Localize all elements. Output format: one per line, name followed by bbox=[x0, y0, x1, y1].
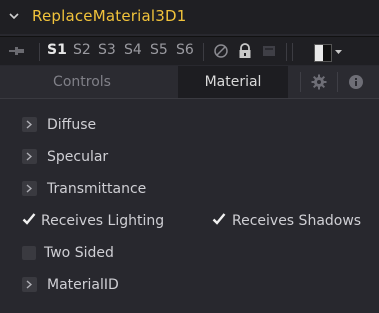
slot-s6-button[interactable]: S6 bbox=[176, 42, 194, 58]
tab-controls[interactable]: Controls bbox=[8, 66, 156, 98]
chevron-down-icon[interactable] bbox=[9, 11, 19, 21]
section-specular[interactable]: Specular bbox=[0, 145, 379, 171]
slot-s3-button[interactable]: S3 bbox=[98, 42, 116, 58]
receives-shadows-checkbox[interactable] bbox=[212, 212, 226, 226]
slot-s2-button[interactable]: S2 bbox=[73, 42, 91, 58]
toolbar-divider bbox=[203, 43, 204, 61]
expand-button[interactable] bbox=[22, 149, 37, 164]
slot-s5-button[interactable]: S5 bbox=[150, 42, 168, 58]
receives-lighting-checkbox[interactable] bbox=[22, 212, 36, 226]
tool-header[interactable]: ReplaceMaterial3D1 bbox=[0, 0, 379, 34]
version-toolbar: S1 S2 S3 S4 S5 S6 bbox=[0, 36, 379, 65]
two-sided-row: Two Sided bbox=[0, 241, 379, 267]
color-swatch[interactable] bbox=[314, 44, 332, 62]
section-label: Diffuse bbox=[47, 117, 97, 133]
two-sided-label[interactable]: Two Sided bbox=[44, 245, 114, 261]
lighting-row: Receives Lighting Receives Shadows bbox=[0, 209, 379, 235]
tab-divider bbox=[300, 72, 301, 92]
toolbar-divider bbox=[39, 43, 40, 61]
receives-shadows-label[interactable]: Receives Shadows bbox=[232, 213, 361, 229]
section-label: Specular bbox=[47, 149, 109, 165]
chevron-right-icon bbox=[26, 120, 32, 129]
toolbar-divider bbox=[286, 43, 287, 61]
slot-s4-button[interactable]: S4 bbox=[124, 42, 142, 58]
tab-material[interactable]: Material bbox=[178, 66, 288, 98]
expand-button[interactable] bbox=[22, 181, 37, 196]
chevron-right-icon bbox=[26, 152, 32, 161]
section-materialid[interactable]: MaterialID bbox=[0, 273, 379, 299]
pin-icon[interactable] bbox=[9, 46, 25, 56]
lock-icon[interactable] bbox=[238, 43, 252, 59]
caret-down-icon[interactable] bbox=[335, 50, 342, 54]
disable-icon[interactable] bbox=[213, 43, 229, 59]
section-label: MaterialID bbox=[47, 277, 119, 293]
slot-s1-button[interactable]: S1 bbox=[47, 42, 67, 58]
gear-icon[interactable] bbox=[311, 74, 327, 90]
info-icon[interactable] bbox=[348, 74, 364, 90]
tool-title: ReplaceMaterial3D1 bbox=[32, 7, 187, 25]
inspector-panel: ReplaceMaterial3D1 S1 S2 S3 S4 S5 S6 Con… bbox=[0, 0, 379, 313]
tab-divider bbox=[337, 72, 338, 92]
expand-button[interactable] bbox=[22, 117, 37, 132]
section-label: Transmittance bbox=[47, 181, 147, 197]
receives-lighting-label[interactable]: Receives Lighting bbox=[41, 213, 164, 229]
chevron-right-icon bbox=[26, 280, 32, 289]
expand-button[interactable] bbox=[22, 277, 37, 292]
toolbar-divider bbox=[292, 43, 293, 61]
two-sided-checkbox[interactable] bbox=[22, 246, 36, 260]
cache-icon[interactable] bbox=[262, 43, 276, 59]
section-diffuse[interactable]: Diffuse bbox=[0, 113, 379, 139]
tab-bar: Controls Material bbox=[0, 66, 379, 99]
chevron-right-icon bbox=[26, 184, 32, 193]
section-transmittance[interactable]: Transmittance bbox=[0, 177, 379, 203]
